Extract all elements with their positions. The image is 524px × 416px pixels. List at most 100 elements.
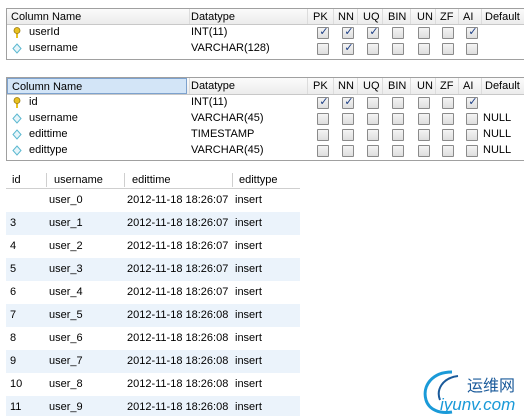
result-cell-edittime[interactable]: 2012-11-18 18:26:07 <box>127 217 228 229</box>
flag-checkbox-zf[interactable] <box>442 27 454 39</box>
result-cell-username[interactable]: user_9 <box>49 401 83 413</box>
flag-checkbox-un[interactable] <box>418 97 430 109</box>
flag-checkbox-pk[interactable]: ✓ <box>317 26 329 39</box>
column-header-nn[interactable]: NN <box>338 80 354 92</box>
default-cell[interactable]: NULL <box>483 128 511 140</box>
result-cell-username[interactable]: user_0 <box>49 194 83 206</box>
flag-checkbox-nn[interactable]: ✓ <box>342 96 354 109</box>
flag-checkbox-zf[interactable] <box>442 145 454 157</box>
flag-checkbox-bin[interactable] <box>392 43 404 55</box>
flag-checkbox-uq[interactable] <box>367 97 379 109</box>
column-divider[interactable] <box>307 9 308 24</box>
result-cell-edittype[interactable]: insert <box>235 309 262 321</box>
result-cell-edittime[interactable]: 2012-11-18 18:26:07 <box>127 194 228 206</box>
result-cell-username[interactable]: user_2 <box>49 240 83 252</box>
result-row[interactable]: 9 user_7 2012-11-18 18:26:08 insert <box>6 350 300 373</box>
result-cell-edittime[interactable]: 2012-11-18 18:26:08 <box>127 401 228 413</box>
result-cell-edittime[interactable]: 2012-11-18 18:26:08 <box>127 355 228 367</box>
datatype-cell[interactable]: TIMESTAMP <box>191 128 254 140</box>
result-cell-id[interactable]: 9 <box>10 355 16 367</box>
result-row[interactable]: 8 user_6 2012-11-18 18:26:08 insert <box>6 327 300 350</box>
column-name-cell[interactable]: userId <box>29 26 60 38</box>
column-row-username[interactable]: username VARCHAR(45) NULL <box>7 111 524 127</box>
column-row-username[interactable]: username VARCHAR(128) ✓ <box>7 41 524 57</box>
column-divider[interactable] <box>189 9 190 24</box>
result-cell-edittype[interactable]: insert <box>235 355 262 367</box>
flag-checkbox-nn[interactable] <box>342 145 354 157</box>
result-cell-id[interactable]: 10 <box>10 378 22 390</box>
result-row[interactable]: 6 user_4 2012-11-18 18:26:07 insert <box>6 281 300 304</box>
column-header-uq[interactable]: UQ <box>363 80 380 92</box>
result-cell-edittype[interactable]: insert <box>235 240 262 252</box>
flag-checkbox-un[interactable] <box>418 113 430 125</box>
column-header-bin[interactable]: BIN <box>388 80 406 92</box>
result-cell-edittype[interactable]: insert <box>235 378 262 390</box>
column-row-edittime[interactable]: edittime TIMESTAMP NULL <box>7 127 524 143</box>
result-cell-id[interactable]: 8 <box>10 332 16 344</box>
datatype-cell[interactable]: INT(11) <box>191 26 227 38</box>
column-divider[interactable] <box>333 78 334 94</box>
column-divider[interactable] <box>333 9 334 24</box>
result-cell-edittype[interactable]: insert <box>235 286 262 298</box>
column-divider[interactable] <box>382 9 383 24</box>
flag-checkbox-ai[interactable]: ✓ <box>466 96 478 109</box>
flag-checkbox-bin[interactable] <box>392 27 404 39</box>
column-divider[interactable] <box>307 78 308 94</box>
column-divider[interactable] <box>124 173 125 187</box>
column-name-cell[interactable]: username <box>29 112 78 124</box>
column-header-pk[interactable]: PK <box>313 80 328 92</box>
column-divider[interactable] <box>357 78 358 94</box>
column-row-id[interactable]: id INT(11) ✓ ✓ ✓ <box>7 95 524 111</box>
flag-checkbox-zf[interactable] <box>442 97 454 109</box>
result-cell-username[interactable]: user_8 <box>49 378 83 390</box>
flag-checkbox-zf[interactable] <box>442 129 454 141</box>
flag-checkbox-un[interactable] <box>418 129 430 141</box>
result-cell-edittype[interactable]: insert <box>235 332 262 344</box>
column-header-bin[interactable]: BIN <box>388 11 406 23</box>
column-row-userId[interactable]: userId INT(11) ✓ ✓ ✓ ✓ <box>7 25 524 41</box>
column-divider[interactable] <box>232 173 233 187</box>
column-header-datatype[interactable]: Datatype <box>191 80 235 92</box>
result-cell-id[interactable]: 5 <box>10 263 16 275</box>
column-header-zf[interactable]: ZF <box>440 11 453 23</box>
result-cell-id[interactable]: 6 <box>10 286 16 298</box>
result-cell-username[interactable]: user_7 <box>49 355 83 367</box>
column-divider[interactable] <box>435 9 436 24</box>
result-cell-id[interactable]: 3 <box>10 217 16 229</box>
column-header-uq[interactable]: UQ <box>363 11 380 23</box>
flag-checkbox-pk[interactable] <box>317 113 329 125</box>
column-divider[interactable] <box>46 173 47 187</box>
column-header-datatype[interactable]: Datatype <box>191 11 235 23</box>
flag-checkbox-bin[interactable] <box>392 97 404 109</box>
result-row[interactable]: 10 user_8 2012-11-18 18:26:08 insert <box>6 373 300 396</box>
result-cell-username[interactable]: user_4 <box>49 286 83 298</box>
flag-checkbox-uq[interactable] <box>367 43 379 55</box>
flag-checkbox-bin[interactable] <box>392 145 404 157</box>
flag-checkbox-zf[interactable] <box>442 43 454 55</box>
flag-checkbox-pk[interactable]: ✓ <box>317 96 329 109</box>
result-header-username[interactable]: username <box>54 174 103 186</box>
result-cell-username[interactable]: user_6 <box>49 332 83 344</box>
column-divider[interactable] <box>189 78 190 94</box>
column-divider[interactable] <box>357 9 358 24</box>
result-header-edittime[interactable]: edittime <box>132 174 171 186</box>
result-cell-edittype[interactable]: insert <box>235 401 262 413</box>
column-header-default[interactable]: Default <box>485 11 520 23</box>
column-header-column-name[interactable]: Column Name <box>7 78 187 94</box>
column-divider[interactable] <box>382 78 383 94</box>
flag-checkbox-uq[interactable] <box>367 113 379 125</box>
result-cell-id[interactable]: 4 <box>10 240 16 252</box>
result-cell-id[interactable]: 7 <box>10 309 16 321</box>
column-header-un[interactable]: UN <box>417 80 433 92</box>
result-cell-edittime[interactable]: 2012-11-18 18:26:08 <box>127 309 228 321</box>
column-header-nn[interactable]: NN <box>338 11 354 23</box>
flag-checkbox-un[interactable] <box>418 145 430 157</box>
column-name-cell[interactable]: id <box>29 96 38 108</box>
flag-checkbox-bin[interactable] <box>392 129 404 141</box>
column-row-edittype[interactable]: edittype VARCHAR(45) NULL <box>7 143 524 159</box>
result-cell-edittime[interactable]: 2012-11-18 18:26:08 <box>127 332 228 344</box>
result-cell-username[interactable]: user_1 <box>49 217 83 229</box>
result-cell-edittime[interactable]: 2012-11-18 18:26:07 <box>127 240 228 252</box>
flag-checkbox-un[interactable] <box>418 27 430 39</box>
flag-checkbox-ai[interactable] <box>466 129 478 141</box>
